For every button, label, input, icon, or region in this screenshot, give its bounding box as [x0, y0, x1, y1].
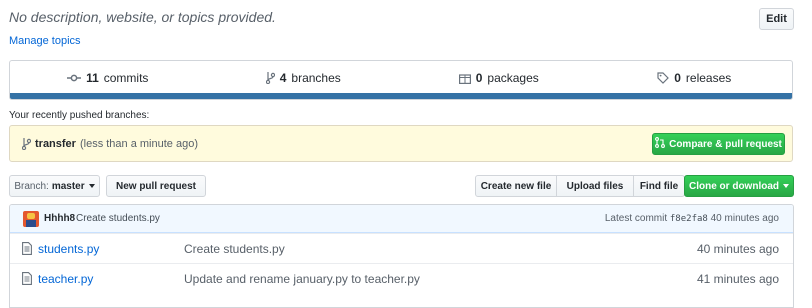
tag-icon: [657, 72, 670, 84]
branch-select-button[interactable]: Branch: master: [9, 175, 100, 197]
commits-link[interactable]: 11 commits: [10, 71, 206, 85]
file-age: 41 minutes ago: [696, 272, 779, 286]
pushed-branch-name[interactable]: transfer: [35, 138, 76, 150]
manage-topics-link[interactable]: Manage topics: [9, 35, 81, 47]
table-row: teacher.py Update and rename january.py …: [10, 263, 793, 293]
upload-files-button[interactable]: Upload files: [556, 175, 634, 197]
recent-branches-label: Your recently pushed branches:: [9, 110, 150, 121]
commits-count: 11: [86, 71, 99, 85]
file-name-link[interactable]: students.py: [38, 242, 99, 256]
chevron-down-icon: [783, 184, 789, 188]
releases-link[interactable]: 0 releases: [597, 71, 793, 85]
file-age: 40 minutes ago: [696, 242, 779, 256]
latest-commit-info: Latest commit f8e2fa8 40 minutes ago: [605, 213, 779, 224]
clone-download-button[interactable]: Clone or download: [684, 175, 794, 197]
branch-prefix: Branch:: [14, 180, 49, 192]
edit-button[interactable]: Edit: [759, 8, 794, 30]
packages-count: 0: [475, 71, 483, 85]
repo-description-row: No description, website, or topics provi…: [9, 8, 794, 30]
file-name-link[interactable]: teacher.py: [38, 272, 93, 286]
commits-label: commits: [103, 71, 149, 85]
table-row: students.py Create students.py 40 minute…: [10, 233, 793, 263]
packages-label: packages: [487, 71, 539, 85]
package-icon: [458, 73, 471, 84]
avatar[interactable]: [23, 211, 39, 227]
branches-count: 4: [279, 71, 287, 85]
new-pull-request-button[interactable]: New pull request: [106, 175, 206, 197]
recent-push-banner: transfer (less than a minute ago) Compar…: [9, 125, 793, 162]
branches-label: branches: [291, 71, 341, 85]
file-icon: [22, 242, 32, 258]
language-bar[interactable]: [10, 93, 792, 99]
create-new-file-button[interactable]: Create new file: [475, 175, 557, 197]
repo-summary: 11 commits 4 branches 0 packages 0 relea…: [9, 60, 793, 100]
clone-label: Clone or download: [689, 180, 779, 192]
branch-icon: [265, 72, 275, 84]
file-toolbar: Branch: master New pull request Create n…: [9, 175, 794, 197]
chevron-down-icon: [88, 184, 95, 188]
pull-request-icon: [655, 137, 666, 151]
commit-message[interactable]: Create students.py: [76, 213, 160, 224]
packages-link[interactable]: 0 packages: [401, 71, 597, 85]
commit-sha[interactable]: f8e2fa8: [670, 214, 708, 224]
file-icon: [22, 272, 32, 288]
file-commit-message[interactable]: Create students.py: [184, 242, 285, 256]
file-commit-message[interactable]: Update and rename january.py to teacher.…: [184, 272, 420, 286]
commit-author[interactable]: Hhhh8: [44, 213, 75, 224]
compare-label: Compare & pull request: [669, 138, 782, 150]
compare-pull-request-button[interactable]: Compare & pull request: [652, 133, 785, 155]
branch-icon: [22, 138, 31, 150]
repo-description: No description, website, or topics provi…: [9, 9, 276, 25]
latest-commit-bar: Hhhh8 Create students.py Latest commit f…: [10, 205, 793, 233]
file-table: Hhhh8 Create students.py Latest commit f…: [9, 204, 794, 308]
pushed-time: (less than a minute ago): [79, 138, 198, 150]
releases-count: 0: [674, 71, 681, 85]
branch-name: master: [51, 180, 85, 192]
branches-link[interactable]: 4 branches: [206, 71, 402, 85]
commit-icon: [67, 73, 82, 83]
commit-age: 40 minutes ago: [710, 213, 779, 224]
latest-commit-prefix: Latest commit: [604, 213, 668, 224]
find-file-button[interactable]: Find file: [633, 175, 685, 197]
releases-label: releases: [685, 71, 732, 85]
